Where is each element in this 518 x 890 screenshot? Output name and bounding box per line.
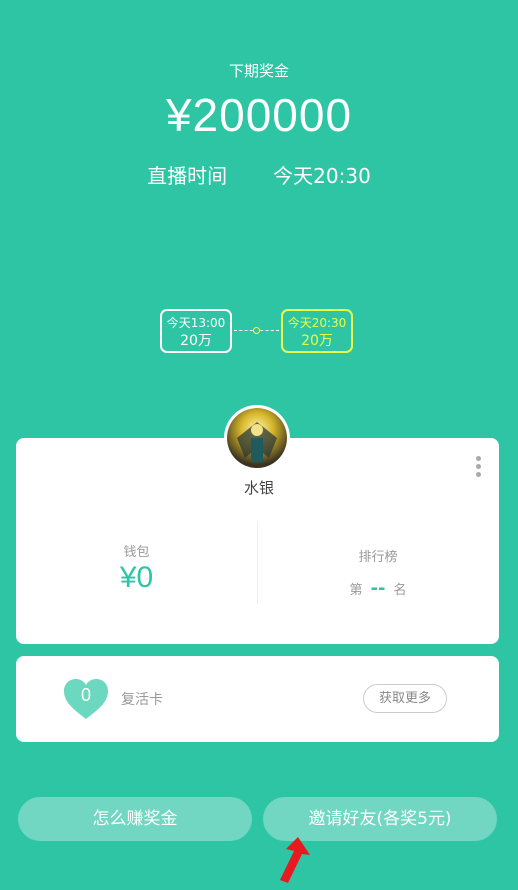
rank-prefix: 第 bbox=[349, 583, 363, 598]
schedule-item: 今天13:00 20万 bbox=[160, 309, 232, 353]
rank-suffix: 名 bbox=[393, 583, 407, 598]
rank-value: -- bbox=[370, 578, 386, 599]
schedule-item-active: 今天20:30 20万 bbox=[281, 309, 353, 353]
prize-label: 下期奖金 bbox=[228, 62, 289, 80]
schedule-time: 今天20:30 bbox=[287, 316, 347, 330]
avatar[interactable] bbox=[224, 405, 290, 471]
how-to-earn-button[interactable]: 怎么赚奖金 bbox=[18, 797, 252, 841]
schedule-time: 今天13:00 bbox=[166, 316, 226, 330]
revive-label: 复活卡 bbox=[121, 692, 163, 708]
schedule-amount: 20万 bbox=[180, 333, 212, 349]
rank-label: 排行榜 bbox=[358, 550, 398, 565]
annotation-arrow-icon bbox=[280, 837, 310, 883]
live-time-row: 直播时间 今天20:30 bbox=[0, 160, 518, 189]
username: 水银 bbox=[243, 479, 274, 497]
revive-count: 0 bbox=[80, 685, 91, 705]
live-time: 今天20:30 bbox=[273, 164, 371, 188]
get-more-button[interactable]: 获取更多 bbox=[363, 684, 447, 713]
live-label: 直播时间 bbox=[147, 164, 228, 188]
more-vert-icon[interactable] bbox=[476, 456, 484, 480]
prize-amount: ¥200000 bbox=[165, 89, 353, 141]
wallet-value[interactable]: ¥0 bbox=[16, 561, 257, 595]
schedule-amount: 20万 bbox=[301, 333, 333, 349]
schedule-dot bbox=[253, 327, 260, 334]
wallet-label: 钱包 bbox=[123, 545, 150, 560]
rank-value-row[interactable]: 第 -- 名 bbox=[258, 578, 498, 599]
